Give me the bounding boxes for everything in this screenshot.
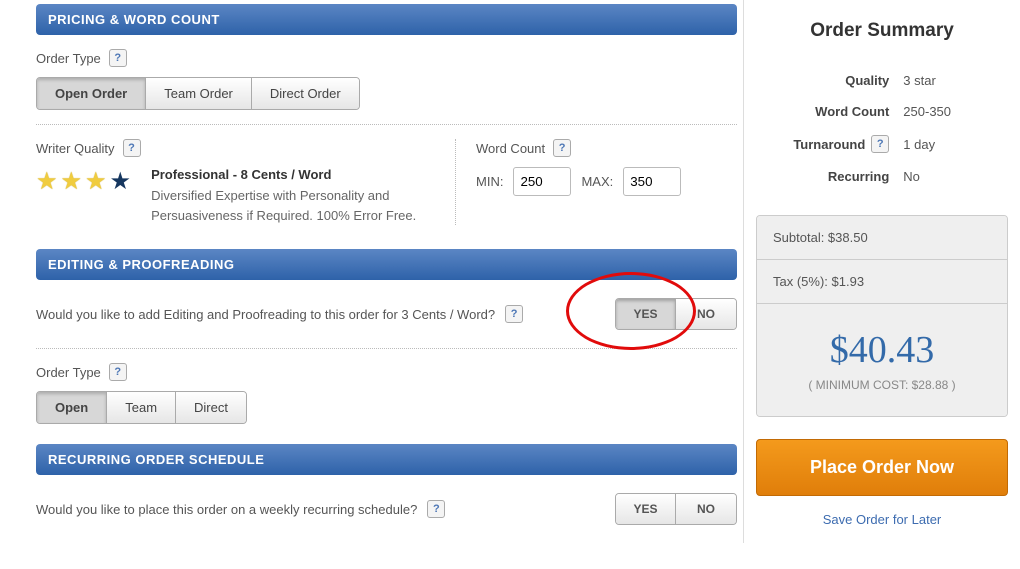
total-amount: $40.43 — [773, 328, 991, 372]
tax-row: Tax (5%): $1.93 — [757, 260, 1007, 304]
subtotal-row: Subtotal: $38.50 — [757, 216, 1007, 260]
editing-order-type-segmented: Open Team Direct — [36, 391, 247, 424]
editing-type-team[interactable]: Team — [107, 392, 176, 423]
editing-type-open[interactable]: Open — [37, 392, 107, 423]
min-input[interactable] — [513, 167, 571, 196]
recurring-prompt: Would you like to place this order on a … — [36, 502, 417, 517]
quality-stars[interactable]: ★ ★ ★ ★ — [36, 167, 131, 196]
editing-type-direct[interactable]: Direct — [176, 392, 246, 423]
editing-no-button[interactable]: NO — [676, 299, 736, 329]
order-type-open[interactable]: Open Order — [37, 78, 146, 109]
help-icon[interactable]: ? — [427, 500, 445, 518]
section-pricing-header: PRICING & WORD COUNT — [36, 4, 737, 35]
summary-turn-label: Turnaround — [793, 137, 865, 152]
min-label: MIN: — [476, 174, 503, 189]
minimum-cost: ( MINIMUM COST: $28.88 ) — [773, 378, 991, 392]
help-icon[interactable]: ? — [123, 139, 141, 157]
order-type-direct[interactable]: Direct Order — [252, 78, 359, 109]
totals-box: Subtotal: $38.50 Tax (5%): $1.93 $40.43 … — [756, 215, 1008, 417]
summary-quality-label: Quality — [758, 66, 893, 95]
recurring-no-button[interactable]: NO — [676, 494, 736, 524]
max-input[interactable] — [623, 167, 681, 196]
editing-yes-button[interactable]: YES — [616, 299, 676, 329]
order-summary-title: Order Summary — [756, 20, 1008, 42]
summary-turn-value: 1 day — [895, 128, 1006, 160]
order-type-team[interactable]: Team Order — [146, 78, 252, 109]
word-count-label: Word Count — [476, 141, 545, 156]
help-icon[interactable]: ? — [553, 139, 571, 157]
summary-table: Quality 3 star Word Count 250-350 Turnar… — [756, 64, 1008, 193]
writer-quality-label: Writer Quality — [36, 141, 115, 156]
place-order-button[interactable]: Place Order Now — [756, 439, 1008, 496]
star-icon: ★ — [36, 167, 58, 196]
star-icon: ★ — [85, 167, 107, 196]
summary-rec-value: No — [895, 162, 1006, 191]
section-editing-header: EDITING & PROOFREADING — [36, 249, 737, 280]
section-recurring-header: RECURRING ORDER SCHEDULE — [36, 444, 737, 475]
summary-quality-value: 3 star — [895, 66, 1006, 95]
star-icon: ★ — [61, 167, 83, 196]
order-type-segmented: Open Order Team Order Direct Order — [36, 77, 360, 110]
quality-title: Professional - 8 Cents / Word — [151, 167, 435, 182]
summary-wc-label: Word Count — [758, 97, 893, 126]
help-icon[interactable]: ? — [109, 49, 127, 67]
star-icon: ★ — [110, 167, 132, 196]
recurring-yes-button[interactable]: YES — [616, 494, 676, 524]
max-label: MAX: — [581, 174, 613, 189]
help-icon[interactable]: ? — [871, 135, 889, 153]
editing-yesno: YES NO — [615, 298, 737, 330]
recurring-yesno: YES NO — [615, 493, 737, 525]
editing-prompt: Would you like to add Editing and Proofr… — [36, 307, 495, 322]
editing-order-type-label: Order Type — [36, 365, 101, 380]
help-icon[interactable]: ? — [505, 305, 523, 323]
help-icon[interactable]: ? — [109, 363, 127, 381]
save-order-link[interactable]: Save Order for Later — [756, 512, 1008, 527]
quality-desc: Diversified Expertise with Personality a… — [151, 186, 435, 225]
summary-wc-value: 250-350 — [895, 97, 1006, 126]
order-type-label: Order Type — [36, 51, 101, 66]
summary-rec-label: Recurring — [758, 162, 893, 191]
